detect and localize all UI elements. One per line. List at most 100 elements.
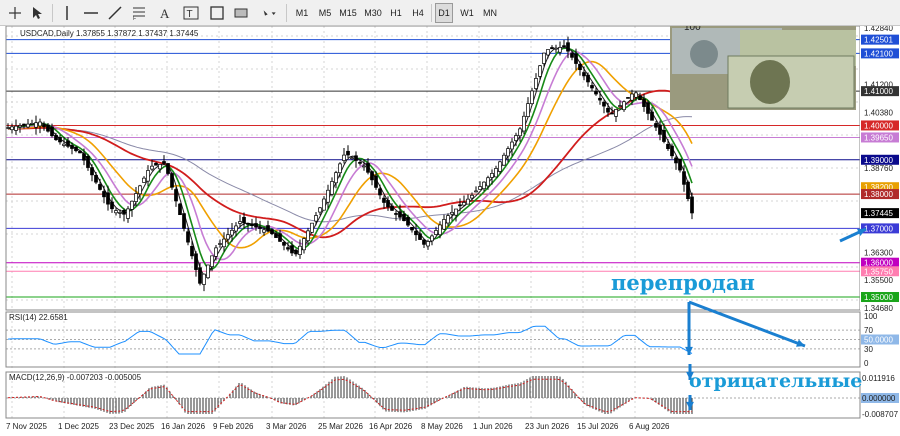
date-label: 3 Mar 2026 [266, 422, 307, 431]
candle-body [662, 130, 666, 142]
candle-body [222, 238, 226, 248]
cursor-icon[interactable] [28, 3, 46, 23]
chart-header: USDCAD,Daily 1.37855 1.37872 1.37437 1.3… [20, 29, 199, 38]
candle-body [18, 125, 22, 128]
candle-body [522, 115, 526, 132]
candle-body [154, 162, 158, 166]
candle-body [134, 193, 138, 202]
candle-body [330, 181, 334, 195]
shapes-dropdown-icon[interactable] [256, 3, 282, 23]
candle-body [50, 126, 54, 137]
price-badge-label: 1.40000 [864, 121, 893, 130]
price-badge-label: 1.42501 [864, 36, 893, 45]
chart-area[interactable]: 1.42840 1.42501 1.42100 1.41200 1.41000 1.403… [0, 26, 900, 436]
candle-body [34, 122, 38, 128]
candle-body [186, 231, 190, 243]
candle-body [530, 90, 534, 105]
oversold-label: перепродан [611, 270, 755, 295]
candle-body [450, 211, 454, 215]
candle-body [26, 123, 30, 128]
timeframe-m30[interactable]: M30 [362, 3, 384, 23]
candle-body [174, 189, 178, 202]
candle-body [438, 224, 442, 236]
candle-body [170, 173, 174, 188]
candle-body [74, 146, 78, 152]
candle-body [678, 158, 682, 171]
candle-body [162, 161, 166, 164]
price-badge-label: 1.37445 [864, 209, 893, 218]
candle-body [374, 175, 378, 188]
candle-body [346, 150, 350, 156]
rectangle-icon[interactable] [232, 3, 250, 23]
candle-body [442, 219, 446, 230]
candle-body [126, 208, 130, 219]
candle-body [258, 227, 262, 229]
trendline-icon[interactable] [106, 3, 124, 23]
rsi-level-label: 70 [864, 326, 873, 335]
ma-orange [7, 60, 693, 249]
price-axis-label: 1.35500 [864, 276, 893, 285]
timeframe-d1[interactable]: D1 [435, 3, 453, 23]
candle-body [66, 140, 70, 147]
rsi-level-label: 30 [864, 345, 873, 354]
date-label: 16 Jan 2026 [161, 422, 206, 431]
candle-body [402, 213, 406, 222]
rsi-level-label: 50.0000 [864, 336, 893, 345]
candle-body [46, 124, 50, 132]
price-badge-label: 1.39650 [864, 133, 893, 142]
negative-label: отрицательные [689, 370, 863, 392]
candle-body [190, 245, 194, 257]
candle-body [238, 221, 242, 224]
timeframe-mn[interactable]: MN [480, 3, 500, 23]
candle-body [122, 209, 126, 215]
price-axis: 1.428401.425011.421001.412001.410001.403… [860, 26, 900, 419]
candle-body [82, 153, 86, 161]
candle-body [250, 223, 254, 226]
fibonacci-icon[interactable]: F [130, 3, 148, 23]
date-label: 9 Feb 2026 [213, 422, 254, 431]
candle-body [166, 163, 170, 174]
candle-body [602, 101, 606, 107]
candle-body [226, 234, 230, 240]
candle-body [158, 163, 162, 170]
candle-body [498, 161, 502, 172]
candle-body [542, 52, 546, 64]
candle-body [426, 241, 430, 247]
macd-level-label: -0.008707 [862, 410, 899, 419]
timeframe-m1[interactable]: M1 [292, 3, 312, 23]
date-label: 8 May 2026 [421, 422, 463, 431]
candle-body [178, 203, 182, 216]
text-tool-icon[interactable]: A [156, 3, 174, 23]
candle-body [630, 93, 634, 101]
candle-body [146, 170, 150, 182]
crosshair-icon[interactable] [6, 3, 24, 23]
price-axis-label: 1.40380 [864, 108, 893, 117]
timeframe-h4[interactable]: H4 [409, 3, 427, 23]
candle-body [590, 85, 594, 89]
candle-body [514, 135, 518, 141]
timeframe-h1[interactable]: H1 [387, 3, 405, 23]
usd-banknote [727, 55, 855, 109]
vertical-line-icon[interactable] [58, 3, 76, 23]
candle-body [266, 225, 270, 232]
macd-level-label: 0.011916 [862, 374, 895, 383]
candle-body [242, 216, 246, 224]
candle-body [658, 124, 662, 135]
timeframe-w1[interactable]: W1 [457, 3, 477, 23]
candle-body [618, 105, 622, 107]
candle-body [326, 189, 330, 203]
text-label-icon[interactable]: T [182, 3, 200, 23]
timeframe-m5[interactable]: M5 [315, 3, 335, 23]
candle-body [14, 125, 18, 131]
date-label: 1 Jun 2026 [473, 422, 513, 431]
timeframe-m15[interactable]: M15 [337, 3, 359, 23]
candle-body [534, 78, 538, 89]
date-label: 7 Nov 2025 [6, 422, 47, 431]
candle-body [150, 165, 154, 170]
horizontal-line-icon[interactable] [82, 3, 100, 23]
candle-body [106, 192, 110, 205]
date-label: 23 Dec 2025 [109, 422, 155, 431]
candle-body [670, 145, 674, 157]
frame-icon[interactable] [208, 3, 226, 23]
candle-body [610, 112, 614, 115]
